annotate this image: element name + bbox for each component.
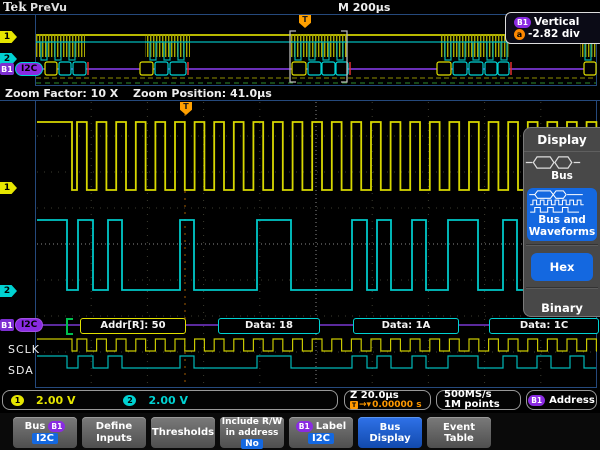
side-menu-bus-wave-label-1: Bus and — [527, 214, 597, 226]
bottom-menu-bar: Bus B1 I2C Define Inputs Thresholds Incl… — [0, 413, 600, 450]
vertical-badge-value: -2.82 div — [528, 29, 580, 40]
menu-button-bus-display[interactable]: Bus Display — [358, 417, 422, 448]
multipurpose-knob-a-icon: a — [514, 29, 525, 40]
include-rw-value: No — [241, 439, 263, 449]
zoom-scale: Z 20.0µs — [350, 391, 399, 401]
main-timebase-readout: M 200µs — [338, 1, 390, 14]
menu-button-event-table[interactable]: Event Table — [427, 417, 491, 448]
sclk-label: SCLK — [8, 343, 40, 356]
main-bus-label[interactable]: B1 I2C — [0, 318, 43, 332]
vertical-scale-badge[interactable]: B1 Vertical a -2.82 div — [505, 12, 600, 44]
oscilloscope-screen: Tek PreVu M 200µs 1 2 B1 I2C T Zoom Fact… — [0, 0, 600, 450]
ch2-scale: 2.00 V — [148, 394, 187, 407]
side-menu-item-hex[interactable]: Hex — [531, 253, 593, 281]
bus-icon — [524, 155, 582, 170]
bus-button-value: I2C — [32, 433, 58, 444]
side-menu-bus-label: Bus — [524, 170, 600, 182]
menu-button-thresholds[interactable]: Thresholds — [151, 417, 215, 448]
define-inputs-label-2: Inputs — [96, 433, 132, 444]
acquisition-readout: 500MS/s 1M points — [436, 390, 521, 410]
sda-label: SDA — [8, 364, 34, 377]
zoom-timebase-readout: Z 20.0µs T →▾ 0.00000 s — [344, 390, 431, 410]
trigger-t-icon: T — [350, 401, 358, 409]
trigger-source-readout: B1 Address — [526, 390, 597, 410]
zoom-position-readout: Zoom Position: 41.0µs — [133, 87, 272, 100]
label-button-value: I2C — [308, 433, 334, 444]
ch1-scale: 2.00 V — [36, 394, 75, 407]
menu-button-bus[interactable]: Bus B1 I2C — [13, 417, 77, 448]
side-menu-bus-wave-label-2: Waveforms — [527, 226, 597, 238]
vertical-badge-title: Vertical — [534, 17, 579, 28]
acquisition-mode: PreVu — [30, 1, 67, 14]
trigger-arrow-icon: →▾ — [359, 401, 371, 410]
channel-scale-readout: 1 2.00 V 2 2.00 V — [2, 390, 338, 410]
trigger-position-time: 0.00000 s — [372, 401, 421, 410]
bus-button-label: Bus — [25, 421, 46, 432]
include-rw-label-1: Include R/W — [222, 417, 282, 427]
thresholds-label: Thresholds — [152, 427, 214, 438]
zoom-readout-bar: Zoom Factor: 10 X Zoom Position: 41.0µs — [0, 86, 600, 101]
bus-i2c-label: I2C — [15, 318, 43, 332]
event-table-label: Event Table — [427, 422, 491, 444]
zoom-factor-readout: Zoom Factor: 10 X — [5, 87, 118, 100]
menu-button-define-inputs[interactable]: Define Inputs — [82, 417, 146, 448]
side-menu-title: Display — [524, 128, 600, 151]
trigger-source: Address — [549, 395, 595, 406]
overview-bus-label[interactable]: B1 I2C — [0, 62, 43, 76]
display-side-menu: Display Bus Bus and Waveforms Hex Binary — [523, 127, 600, 317]
ch2-badge-icon: 2 — [123, 395, 136, 406]
decode-address-box: Addr[R]: 50 — [80, 318, 186, 334]
bus-and-waveforms-icon — [527, 190, 585, 214]
bus-b1-badge: B1 — [0, 319, 14, 331]
side-menu-item-bus-and-waveforms[interactable]: Bus and Waveforms — [527, 188, 597, 241]
decode-data-box: Data: 1A — [353, 318, 459, 334]
bus-i2c-label: I2C — [15, 62, 43, 76]
side-menu-divider — [526, 244, 598, 246]
menu-button-include-rw[interactable]: Include R/W in address No — [220, 417, 284, 448]
i2c-start-bracket — [66, 318, 73, 335]
tek-logo: Tek — [3, 0, 27, 14]
b1-badge: B1 — [296, 421, 313, 432]
b1-badge: B1 — [48, 421, 65, 432]
bus-display-label: Bus Display — [358, 422, 422, 444]
ch1-badge-icon: 1 — [11, 395, 24, 406]
main-waveform-window — [0, 100, 600, 388]
side-menu-item-binary[interactable]: Binary — [524, 289, 600, 327]
decode-data-box: Data: 18 — [218, 318, 320, 334]
define-inputs-label-1: Define — [96, 421, 132, 432]
include-rw-label-2: in address — [226, 428, 279, 438]
record-length: 1M points — [444, 400, 500, 410]
bus-b1-badge: B1 — [0, 63, 14, 75]
label-button-label: Label — [316, 421, 347, 432]
side-menu-item-bus[interactable]: Bus — [524, 151, 600, 186]
main-waveforms — [0, 100, 600, 388]
b1-badge: B1 — [528, 395, 545, 406]
menu-button-label[interactable]: B1 Label I2C — [289, 417, 353, 448]
b1-badge: B1 — [514, 17, 531, 28]
